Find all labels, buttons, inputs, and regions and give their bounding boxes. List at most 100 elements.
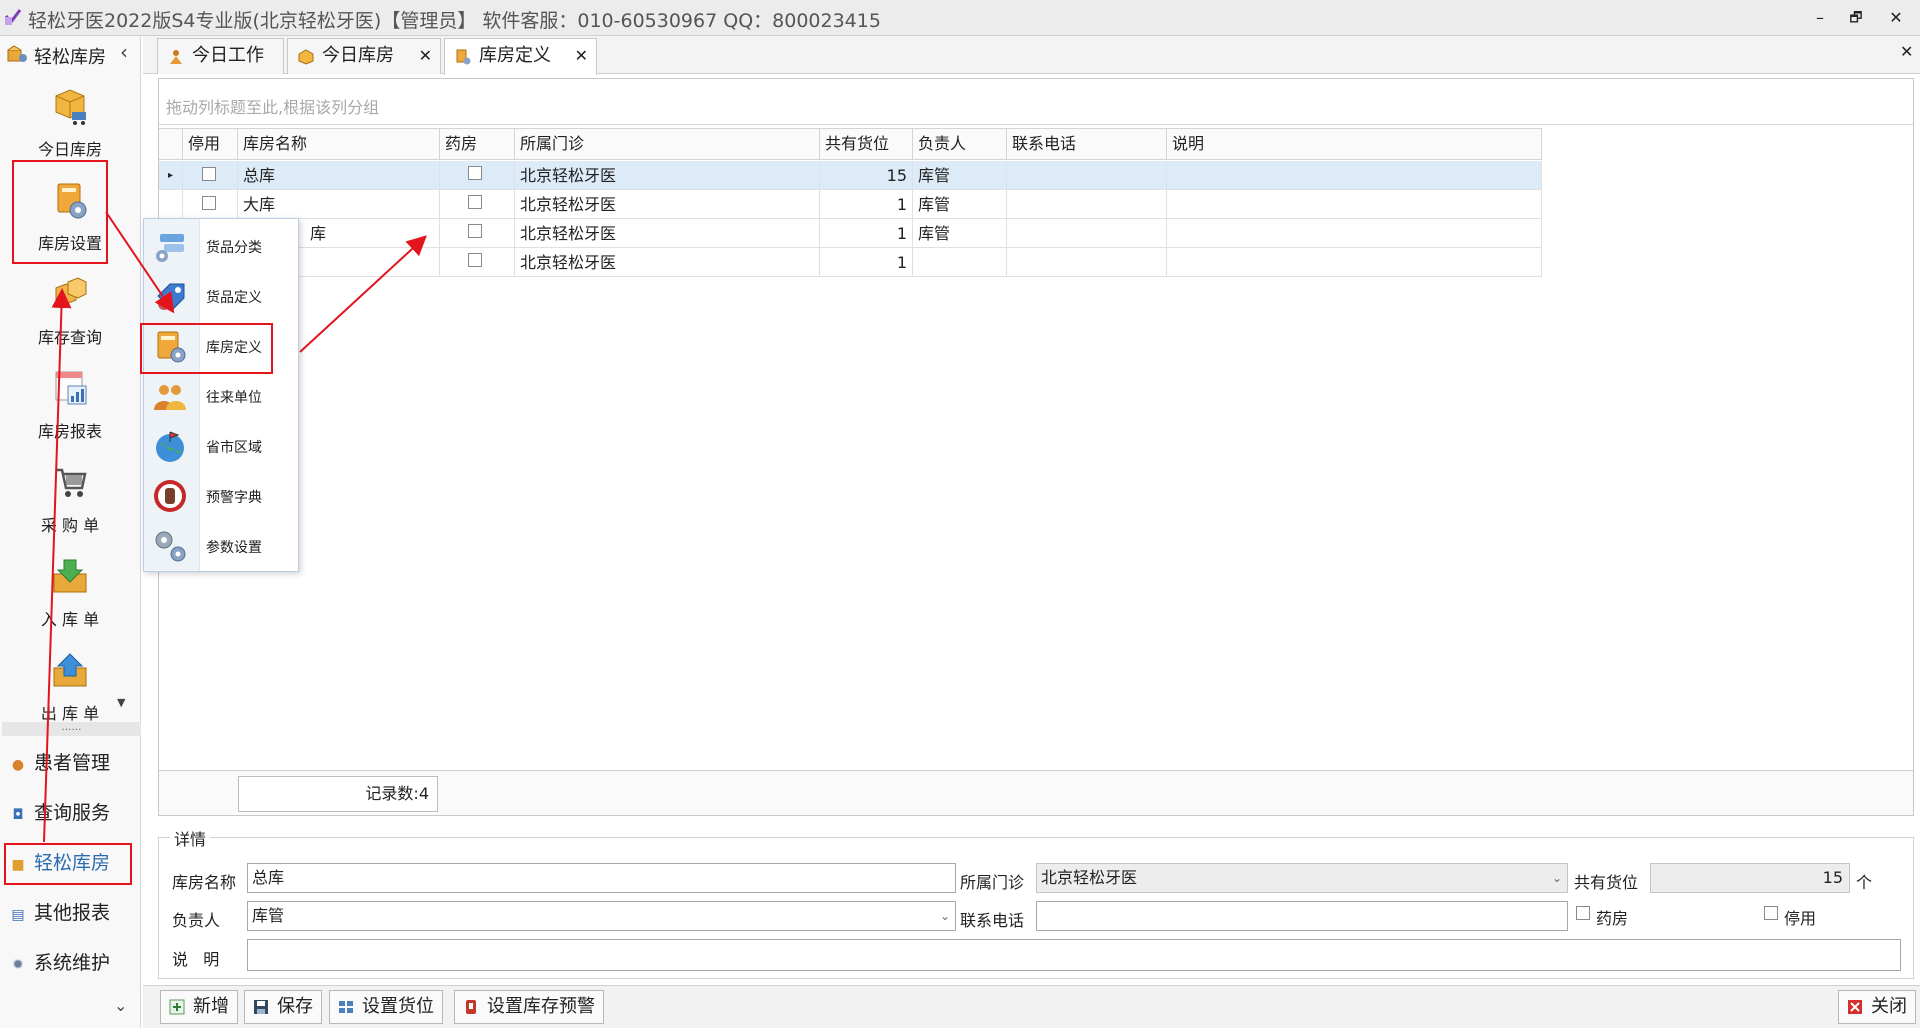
note-cell [1167,219,1542,248]
tab-close-button[interactable]: ✕ [575,39,588,73]
menu-item-goods-definition[interactable]: 货品定义 [150,272,296,320]
set-slots-button-label: 设置货位 [362,996,434,1017]
table-row[interactable]: 大库 北京轻松牙医 1 库管 [159,190,1542,219]
close-icon [1848,1000,1862,1014]
nav-label: 库房报表 [37,422,102,441]
table-row[interactable]: 北京轻松牙医 1 [159,248,1542,277]
pharmacy-cell[interactable] [440,190,515,219]
globe-flag-icon [156,431,184,462]
window-title: 轻松牙医2022版S4专业版(北京轻松牙医)【管理员】 软件客服：010-605… [28,10,881,32]
disabled-checkbox[interactable] [202,196,216,210]
stop-hand-icon [154,480,186,512]
clinic-select[interactable]: 北京轻松牙医 ⌄ [1036,863,1568,893]
add-button[interactable]: 新增 [160,990,238,1024]
save-button[interactable]: 保存 [244,990,322,1024]
phone-cell [1007,161,1167,190]
note-cell [1167,161,1542,190]
manager-select[interactable]: 库管 ⌄ [247,901,956,931]
pharmacy-checkbox[interactable] [468,253,482,267]
nav-outbound-order[interactable]: 出 库 单 [10,650,130,724]
nav-purchase-order[interactable]: 采 购 单 [10,462,130,536]
menu-item-regions[interactable]: 省市区域 [150,422,296,470]
alert-icon [466,1000,476,1014]
module-patient-management[interactable]: ● 患者管理 [8,748,133,778]
nav-splitter[interactable]: …… [2,722,141,736]
menu-item-partners[interactable]: 往来单位 [150,372,296,420]
slots-cell: 1 [820,248,913,277]
pharmacy-cell[interactable] [440,161,515,190]
nav-inbound-order[interactable]: 入 库 单 [10,556,130,630]
nav-label: 入 库 单 [40,610,100,629]
note-field[interactable] [247,939,1901,971]
nav-bottom-arrow[interactable]: ⌄ [114,996,127,1015]
column-header-phone[interactable]: 联系电话 [1007,128,1167,160]
pharmacy-checkbox[interactable] [1576,906,1590,920]
details-title: 详情 [170,826,211,850]
column-header-manager[interactable]: 负责人 [913,128,1007,160]
pharmacy-checkbox[interactable] [468,195,482,209]
annotation-box-warehouse-settings [12,160,108,264]
chevron-down-icon[interactable]: ⌄ [935,902,955,930]
nav-more-arrow[interactable]: ▼ [117,696,125,709]
column-header-slots[interactable]: 共有货位 [820,128,913,160]
tab-close-button[interactable]: ✕ [419,39,432,73]
close-button[interactable]: 关闭 [1838,990,1916,1024]
sidebar-collapse-button[interactable]: ‹ [120,40,128,64]
column-header-pharmacy[interactable]: 药房 [440,128,515,160]
module-other-reports[interactable]: ▤ 其他报表 [8,898,133,928]
add-icon [169,999,185,1015]
pharmacy-cell[interactable] [440,219,515,248]
menu-item-goods-category[interactable]: 货品分类 [150,222,296,270]
query-icon: ◘ [12,807,24,823]
disabled-checkbox[interactable] [1764,906,1778,920]
column-header-clinic[interactable]: 所属门诊 [515,128,820,160]
settings-icon: ✹ [12,957,24,973]
chevron-down-icon[interactable]: ⌄ [1547,864,1567,892]
phone-field[interactable] [1036,901,1568,931]
column-header-note[interactable]: 说明 [1167,128,1542,160]
disabled-cell[interactable] [183,190,238,219]
nav-today-warehouse[interactable]: 今日库房 [10,86,130,160]
nav-warehouse-reports[interactable]: 库房报表 [10,368,130,442]
close-window-button[interactable]: ✕ [1878,4,1914,32]
menu-item-label: 往来单位 [206,390,262,406]
module-system-maintenance[interactable]: ✹ 系统维护 [8,948,133,978]
module-query-service[interactable]: ◘ 查询服务 [8,798,133,828]
menu-item-parameter-settings[interactable]: 参数设置 [150,522,296,570]
tab-today-warehouse[interactable]: 今日库房 ✕ [287,38,441,74]
pharmacy-checkbox[interactable] [468,166,482,180]
nav-label: 出 库 单 [40,704,100,723]
name-cell: 总库 [238,161,440,190]
module-label: 患者管理 [34,752,111,774]
nav-label: 采 购 单 [40,516,100,535]
disabled-checkbox[interactable] [202,167,216,181]
warehouse-icon [7,45,27,62]
menu-item-label: 预警字典 [206,490,262,506]
set-slots-button[interactable]: 设置货位 [329,990,443,1024]
group-by-panel[interactable] [159,79,1913,125]
slots-field[interactable]: 15 [1650,863,1850,893]
column-header-name[interactable]: 库房名称 [238,128,440,160]
tab-today-work[interactable]: 今日工作 [157,38,284,74]
set-stock-alert-button[interactable]: 设置库存预警 [454,990,604,1024]
tab-warehouse-definition[interactable]: 库房定义 ✕ [444,38,597,75]
clinic-cell: 北京轻松牙医 [515,219,820,248]
patients-icon: ● [11,757,25,773]
disabled-label: 停用 [1784,909,1817,928]
disabled-cell[interactable] [183,161,238,190]
annotation-box-warehouse-definition [140,323,273,374]
table-row[interactable]: ▸ 总库 北京轻松牙医 15 库管 [159,161,1542,190]
column-header-disabled[interactable]: 停用 [183,128,238,160]
note-cell [1167,248,1542,277]
nav-inventory-query[interactable]: 库存查询 [10,274,130,348]
clinic-cell: 北京轻松牙医 [515,161,820,190]
pharmacy-checkbox[interactable] [468,224,482,238]
menu-item-alert-dictionary[interactable]: 预警字典 [150,472,296,520]
pharmacy-cell[interactable] [440,248,515,277]
minimize-button[interactable]: – [1802,4,1838,32]
table-row[interactable]: 库 北京轻松牙医 1 库管 [159,219,1542,248]
close-all-tabs-button[interactable]: ✕ [1900,42,1913,61]
menu-item-label: 货品定义 [206,290,262,306]
restore-button[interactable]: 🗗 [1838,4,1874,32]
name-field[interactable]: 总库 [247,863,956,893]
